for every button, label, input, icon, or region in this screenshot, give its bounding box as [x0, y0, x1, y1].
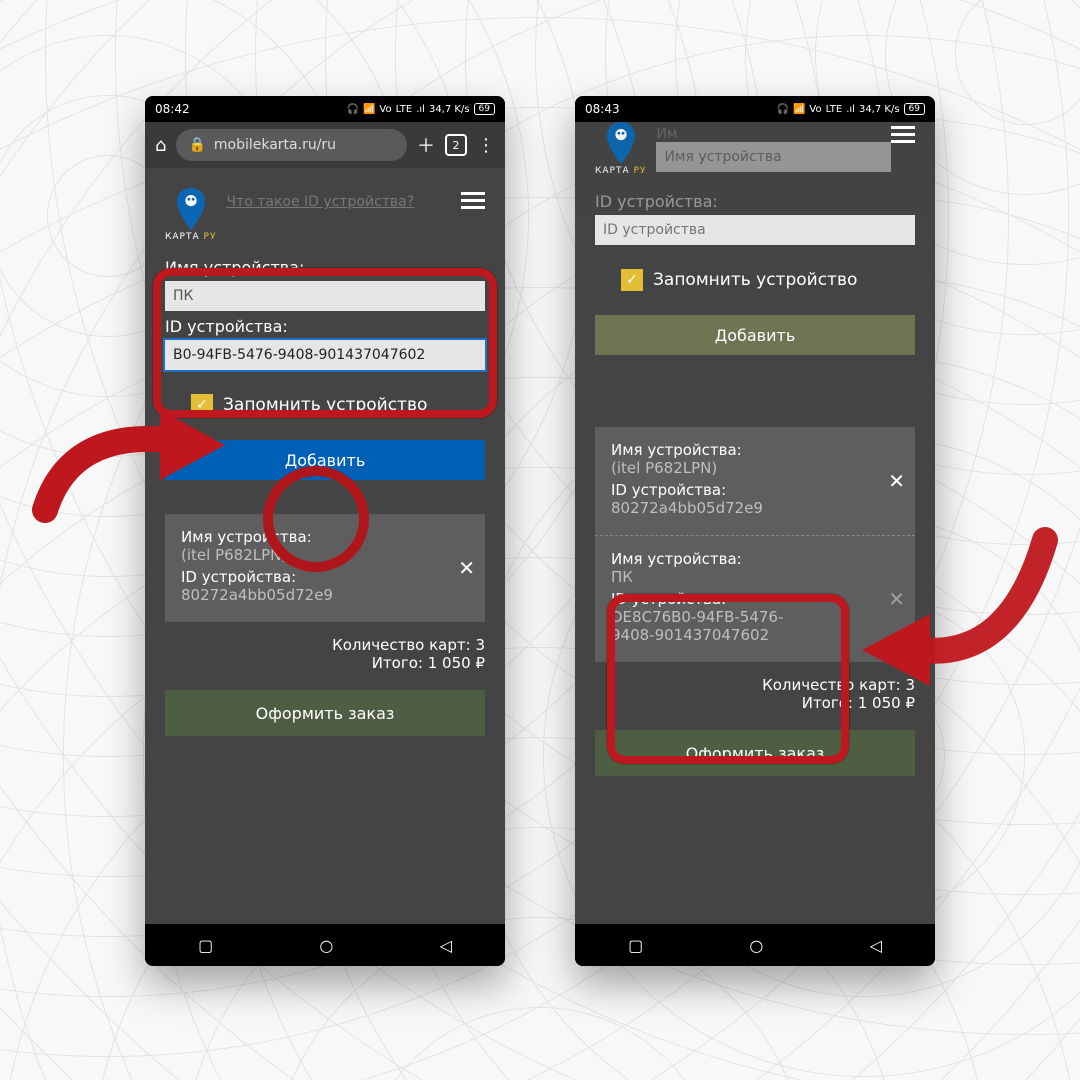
- volte-icon: Vo: [379, 104, 391, 115]
- remember-row[interactable]: ✓ Запомнить устройство: [621, 269, 915, 291]
- screenshot-left: 08:42 🎧 📶 Vo LTE .ıl 34,7 K/s 69 ⌂ 🔒 mob…: [145, 96, 505, 966]
- headphones-icon: 🎧: [776, 104, 788, 115]
- remember-row[interactable]: ✓ Запомнить устройство: [191, 394, 485, 416]
- close-icon[interactable]: ✕: [888, 469, 905, 493]
- device-id-input[interactable]: [165, 340, 485, 370]
- device-id-input[interactable]: [595, 215, 915, 245]
- wifi-icon: 📶: [793, 104, 805, 115]
- url-text: mobilekarta.ru/ru: [214, 137, 336, 153]
- logo: КАРТА РУ: [595, 122, 646, 176]
- status-bar: 08:42 🎧 📶 Vo LTE .ıl 34,7 K/s 69: [145, 96, 505, 122]
- android-navbar: ▢ ○ ◁: [575, 924, 935, 966]
- battery-icon: 69: [474, 103, 495, 115]
- signal-icon: .ıl: [416, 104, 425, 115]
- lock-icon: 🔒: [188, 137, 205, 153]
- headphones-icon: 🎧: [346, 104, 358, 115]
- nav-home-icon[interactable]: ○: [319, 936, 333, 955]
- hamburger-icon[interactable]: [891, 122, 915, 147]
- android-navbar: ▢ ○ ◁: [145, 924, 505, 966]
- hamburger-icon[interactable]: [461, 188, 485, 213]
- close-icon[interactable]: ✕: [458, 556, 475, 580]
- screenshot-right: 08:43 🎧 📶 Vo LTE .ıl 34,7 K/s 69 КАРТА Р…: [575, 96, 935, 966]
- wifi-icon: 📶: [363, 104, 375, 115]
- summary: Количество карт: 3 Итого: 1 050 ₽: [165, 636, 485, 672]
- nav-recent-icon[interactable]: ▢: [628, 936, 643, 955]
- volte-icon: Vo: [809, 104, 821, 115]
- device-card-1: Имя устройства: (itel P682LPN) ID устрой…: [595, 427, 915, 535]
- nav-back-icon[interactable]: ◁: [440, 936, 452, 955]
- remember-label: Запомнить устройство: [653, 270, 857, 290]
- checkbox-icon[interactable]: ✓: [191, 394, 213, 416]
- page-content: КАРТА РУ Им ID устройства: ✓ Запомнить у…: [575, 122, 935, 924]
- logo: КАРТА РУ: [165, 188, 216, 242]
- status-bar: 08:43 🎧 📶 Vo LTE .ıl 34,7 K/s 69: [575, 96, 935, 122]
- device-card-1: Имя устройства: (itel P682LPN) ID устрой…: [165, 514, 485, 622]
- device-card-2: Имя устройства: ПК ID устройства: DE8C76…: [595, 535, 915, 662]
- hint-link[interactable]: Что такое ID устройства?: [226, 194, 461, 210]
- close-icon[interactable]: ✕: [888, 587, 905, 611]
- remember-label: Запомнить устройство: [223, 395, 427, 415]
- url-bar[interactable]: 🔒 mobilekarta.ru/ru: [176, 129, 407, 161]
- device-id-label: ID устройства:: [165, 317, 485, 336]
- kebab-icon[interactable]: ⋮: [477, 135, 495, 156]
- tabs-button[interactable]: 2: [445, 134, 467, 156]
- device-id-label: ID устройства:: [595, 192, 915, 211]
- nav-recent-icon[interactable]: ▢: [198, 936, 213, 955]
- browser-toolbar: ⌂ 🔒 mobilekarta.ru/ru ＋ 2 ⋮: [145, 122, 505, 168]
- battery-icon: 69: [904, 103, 925, 115]
- status-time: 08:42: [155, 102, 190, 116]
- device-name-input[interactable]: [165, 281, 485, 311]
- add-button[interactable]: Добавить: [595, 315, 915, 355]
- order-button[interactable]: Оформить заказ: [165, 690, 485, 736]
- nav-back-icon[interactable]: ◁: [870, 936, 882, 955]
- order-button[interactable]: Оформить заказ: [595, 730, 915, 776]
- device-name-input[interactable]: [656, 142, 891, 172]
- signal-icon: .ıl: [846, 104, 855, 115]
- page-content: - КАРТА РУ Что такое ID устройства? Имя …: [145, 168, 505, 924]
- device-name-label: Имя устройства:: [165, 258, 485, 277]
- plus-icon[interactable]: ＋: [417, 132, 435, 158]
- home-icon[interactable]: ⌂: [155, 135, 166, 156]
- summary: Количество карт: 3 Итого: 1 050 ₽: [595, 676, 915, 712]
- nav-home-icon[interactable]: ○: [749, 936, 763, 955]
- checkbox-icon[interactable]: ✓: [621, 269, 643, 291]
- add-button[interactable]: Добавить: [165, 440, 485, 480]
- status-time: 08:43: [585, 102, 620, 116]
